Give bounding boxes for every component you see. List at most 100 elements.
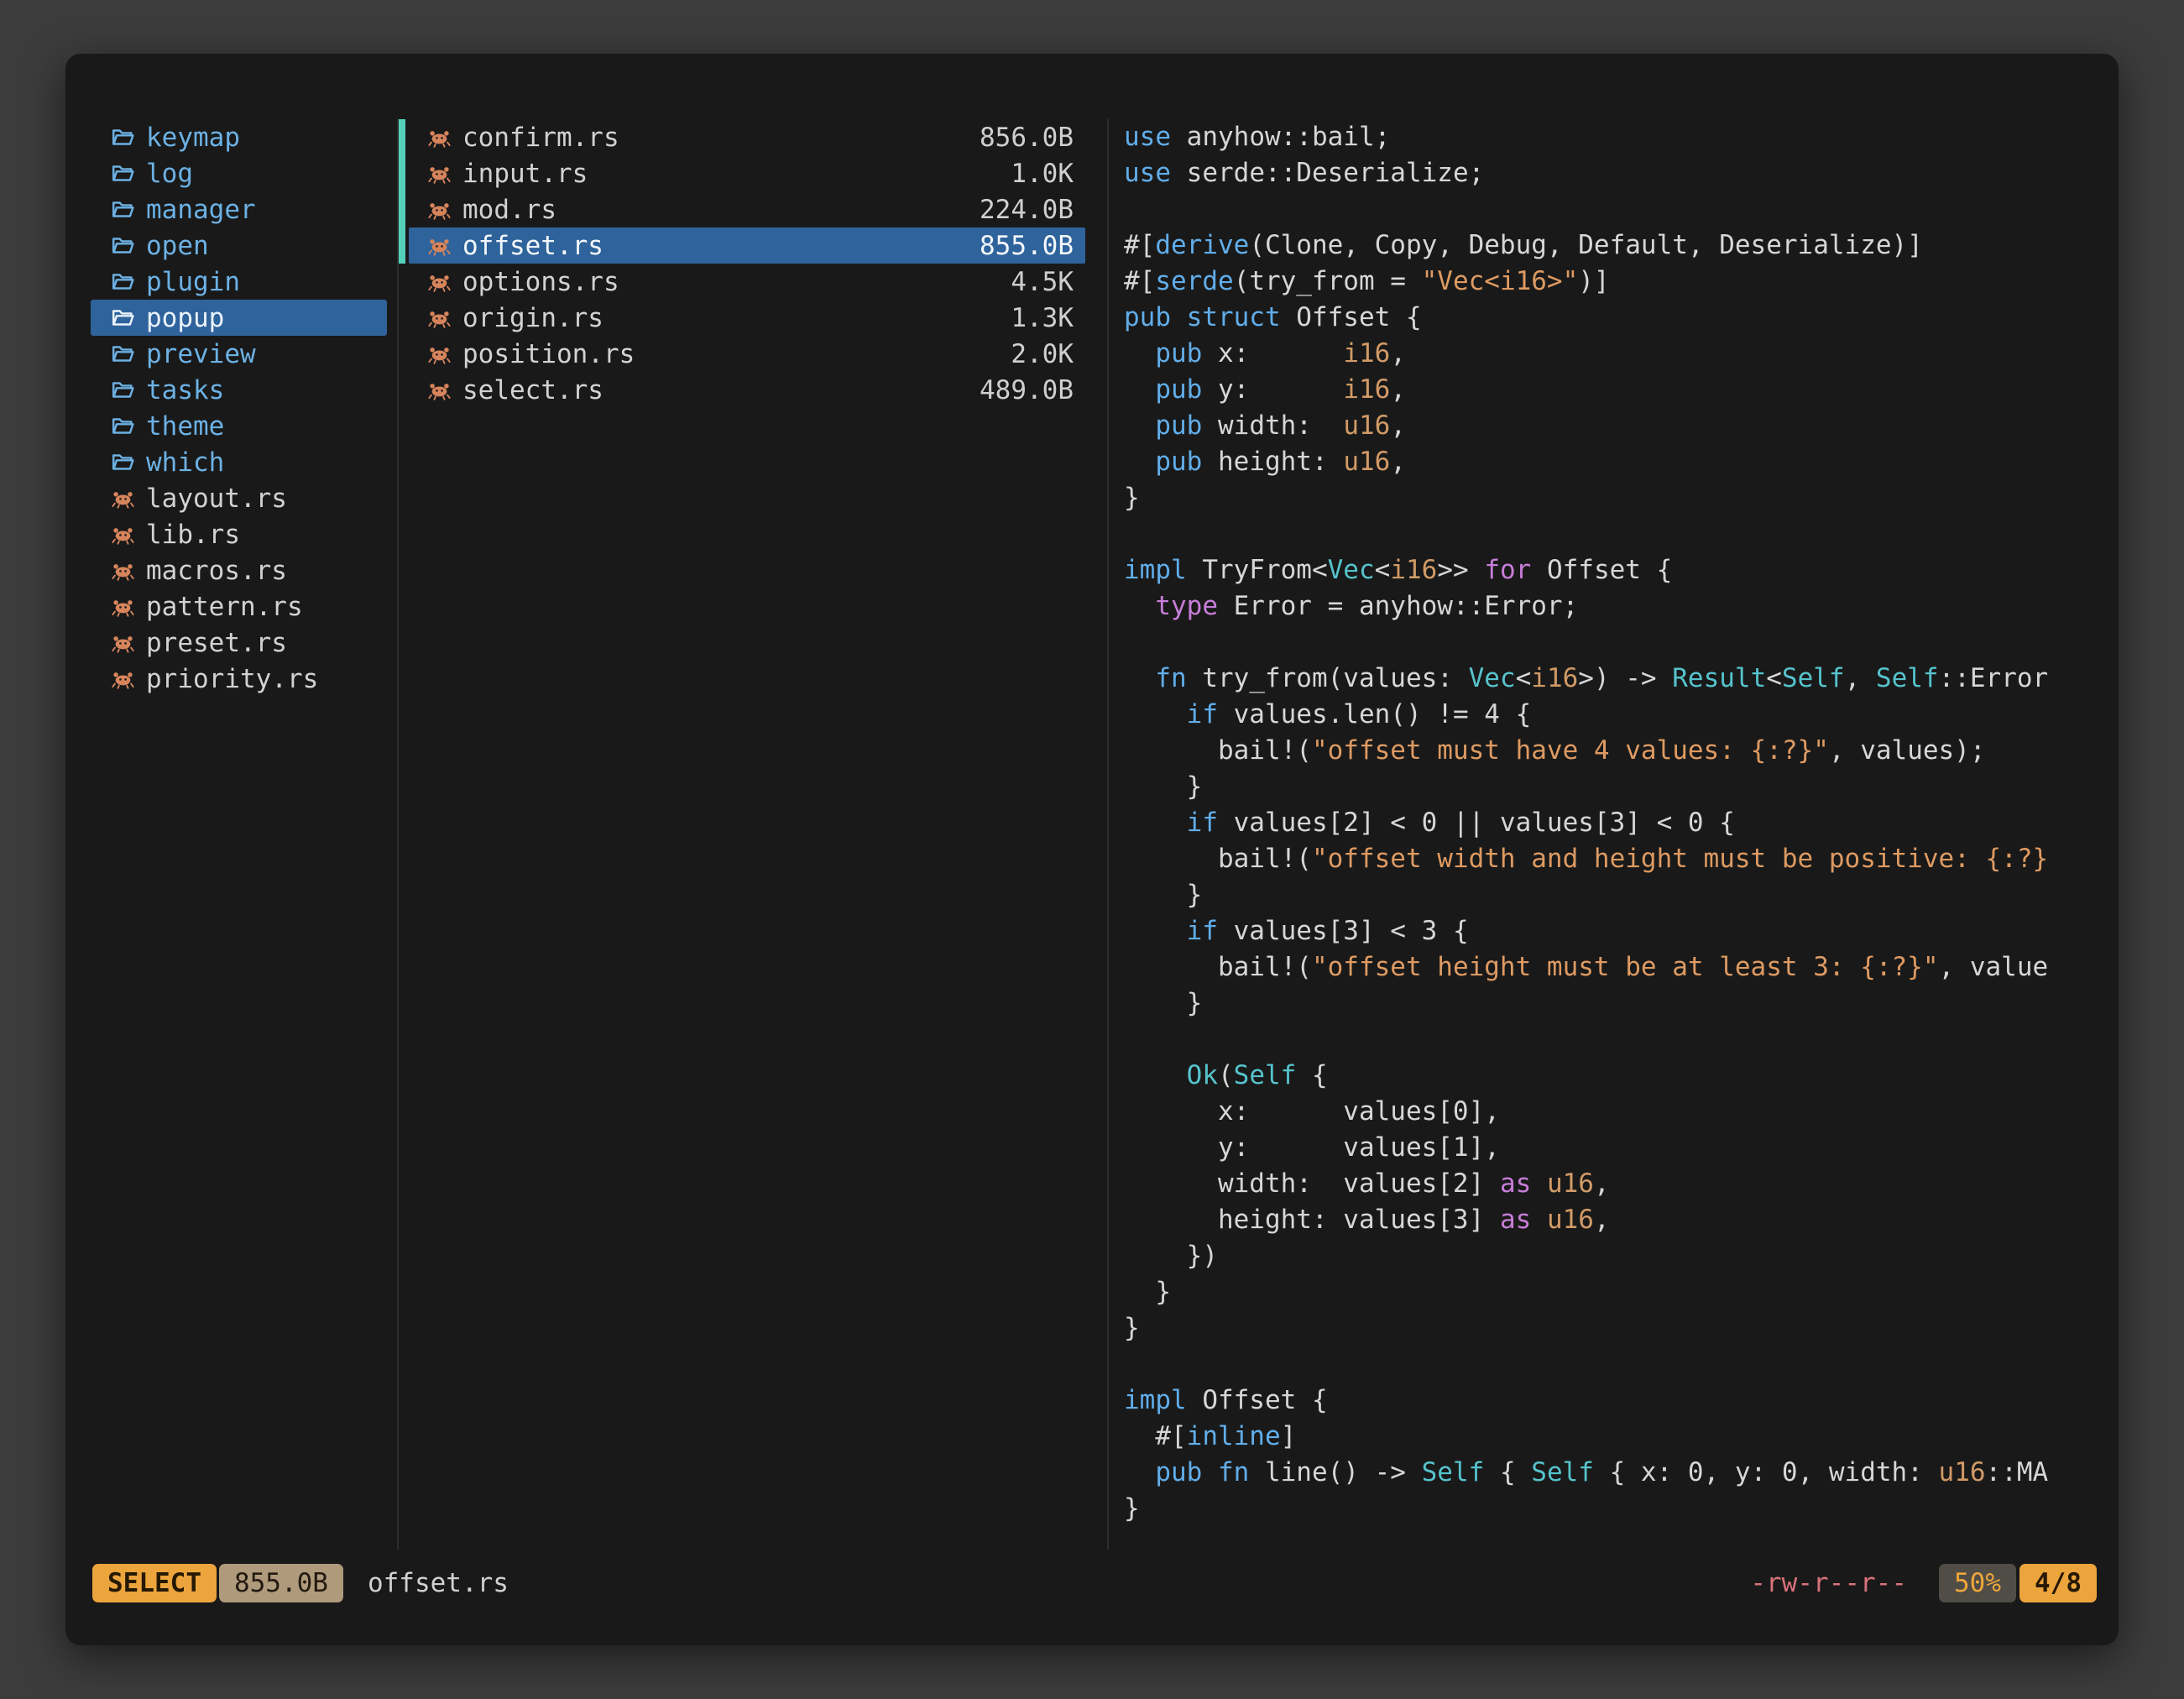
- current-pane: confirm.rs856.0Binput.rs1.0Kmod.rs224.0B…: [397, 119, 1109, 1550]
- code-line: if values.len() != 4 {: [1124, 697, 2119, 733]
- selection-marker-bar: [399, 155, 405, 191]
- selection-marker-bar: [399, 336, 405, 372]
- file-row-mod-rs[interactable]: mod.rs224.0B: [399, 191, 1107, 227]
- selection-marker-bar: [399, 119, 405, 155]
- file-size-badge: 855.0B: [219, 1564, 343, 1602]
- code-line: }: [1124, 480, 2119, 516]
- rust-file-icon: [109, 630, 136, 656]
- file-row-body: mod.rs224.0B: [409, 191, 1085, 227]
- file-row-select-rs[interactable]: select.rs489.0B: [399, 372, 1107, 408]
- folder-open-icon: [109, 341, 136, 368]
- file-size: 855.0B: [980, 231, 1074, 261]
- parent-dir-theme[interactable]: theme: [91, 408, 387, 444]
- parent-file-preset-rs[interactable]: preset.rs: [91, 625, 387, 661]
- parent-dir-popup[interactable]: popup: [91, 300, 387, 336]
- item-label: preset.rs: [146, 628, 287, 658]
- selection-marker-bar: [399, 264, 405, 300]
- item-label: open: [146, 231, 209, 261]
- folder-open-icon: [109, 269, 136, 295]
- code-line: [1124, 625, 2119, 661]
- file-row-offset-rs[interactable]: offset.rs 855.0B: [399, 227, 1107, 264]
- parent-file-layout-rs[interactable]: layout.rs: [91, 480, 387, 516]
- file-size: 856.0B: [980, 123, 1074, 153]
- file-size: 224.0B: [980, 195, 1074, 225]
- file-row-body: origin.rs1.3K: [409, 300, 1085, 336]
- rust-file-icon: [426, 305, 452, 332]
- folder-open-icon: [109, 196, 136, 223]
- parent-dir-plugin[interactable]: plugin: [91, 264, 387, 300]
- code-line: use anyhow::bail;: [1124, 119, 2119, 155]
- file-size: 1.3K: [1011, 303, 1074, 333]
- parent-dir-keymap[interactable]: keymap: [91, 119, 387, 155]
- parent-dir-log[interactable]: log: [91, 155, 387, 191]
- code-line: impl Offset {: [1124, 1383, 2119, 1419]
- file-row-body: confirm.rs856.0B: [409, 119, 1085, 155]
- code-line: fn try_from(values: Vec<i16>) -> Result<…: [1124, 661, 2119, 697]
- rust-file-icon: [109, 521, 136, 548]
- code-line: width: values[2] as u16,: [1124, 1166, 2119, 1202]
- code-line: pub width: u16,: [1124, 408, 2119, 444]
- status-filename: offset.rs: [368, 1568, 509, 1598]
- rust-file-icon: [109, 557, 136, 584]
- selection-marker-bar: [399, 372, 405, 408]
- code-line: impl TryFrom<Vec<i16>> for Offset {: [1124, 552, 2119, 588]
- terminal-window: keymaplogmanager open pluginpopuppreviewta…: [65, 54, 2119, 1645]
- file-size: 489.0B: [980, 375, 1074, 405]
- item-label: pattern.rs: [146, 592, 303, 622]
- file-row-options-rs[interactable]: options.rs4.5K: [399, 264, 1107, 300]
- parent-dir-tasks[interactable]: tasks: [91, 372, 387, 408]
- code-line: bail!("offset height must be at least 3:…: [1124, 949, 2119, 985]
- parent-file-lib-rs[interactable]: lib.rs: [91, 516, 387, 552]
- code-line: [1124, 516, 2119, 552]
- selection-marker-bar: [399, 191, 405, 227]
- code-line: bail!("offset width and height must be p…: [1124, 841, 2119, 877]
- file-row-body: position.rs 2.0K: [409, 336, 1085, 372]
- code-line: [1124, 1346, 2119, 1383]
- item-label: macros.rs: [146, 556, 287, 586]
- code-line: type Error = anyhow::Error;: [1124, 588, 2119, 625]
- file-row-position-rs[interactable]: position.rs 2.0K: [399, 336, 1107, 372]
- item-label: layout.rs: [146, 484, 287, 514]
- file-row-input-rs[interactable]: input.rs1.0K: [399, 155, 1107, 191]
- file-row-body: input.rs1.0K: [409, 155, 1085, 191]
- item-label: preview: [146, 339, 256, 369]
- parent-dir-manager[interactable]: manager: [91, 191, 387, 227]
- code-line: y: values[1],: [1124, 1130, 2119, 1166]
- code-line: pub struct Offset {: [1124, 300, 2119, 336]
- code-line: }): [1124, 1238, 2119, 1274]
- parent-pane: keymaplogmanager open pluginpopuppreviewta…: [65, 119, 397, 1550]
- file-name: position.rs: [462, 339, 635, 369]
- code-line: [1124, 1022, 2119, 1058]
- parent-dir-which[interactable]: which: [91, 444, 387, 480]
- parent-file-pattern-rs[interactable]: pattern.rs: [91, 588, 387, 625]
- item-label: lib.rs: [146, 520, 240, 550]
- status-bar-right: -rw-r--r-- 50% 4/8: [1750, 1564, 2097, 1602]
- folder-open-icon: [109, 233, 136, 259]
- code-line: if values[3] < 3 {: [1124, 913, 2119, 949]
- rust-file-icon: [426, 196, 452, 223]
- parent-file-priority-rs[interactable]: priority.rs: [91, 661, 387, 697]
- file-row-body: options.rs4.5K: [409, 264, 1085, 300]
- rust-file-icon: [426, 124, 452, 151]
- code-line: if values[2] < 0 || values[3] < 0 {: [1124, 805, 2119, 841]
- file-size: 2.0K: [1011, 339, 1074, 369]
- status-bar: SELECT 855.0B offset.rs -rw-r--r-- 50% 4…: [92, 1563, 2097, 1603]
- item-label: plugin: [146, 267, 240, 297]
- parent-dir-open[interactable]: open: [91, 227, 387, 264]
- file-row-confirm-rs[interactable]: confirm.rs856.0B: [399, 119, 1107, 155]
- rust-file-icon: [109, 666, 136, 693]
- parent-file-macros-rs[interactable]: macros.rs: [91, 552, 387, 588]
- rust-file-icon: [109, 485, 136, 512]
- file-name: offset.rs: [462, 231, 603, 261]
- file-manager-panes: keymaplogmanager open pluginpopuppreviewta…: [65, 119, 2119, 1550]
- item-label: keymap: [146, 123, 240, 153]
- parent-dir-preview[interactable]: preview: [91, 336, 387, 372]
- folder-open-icon: [109, 124, 136, 151]
- folder-open-icon: [109, 160, 136, 187]
- folder-open-icon: [109, 305, 136, 332]
- code-preview: use anyhow::bail;use serde::Deserialize;…: [1109, 119, 2119, 1527]
- item-label: priority.rs: [146, 664, 318, 694]
- file-row-origin-rs[interactable]: origin.rs1.3K: [399, 300, 1107, 336]
- code-line: Ok(Self {: [1124, 1058, 2119, 1094]
- status-bar-left: SELECT 855.0B offset.rs: [92, 1564, 509, 1602]
